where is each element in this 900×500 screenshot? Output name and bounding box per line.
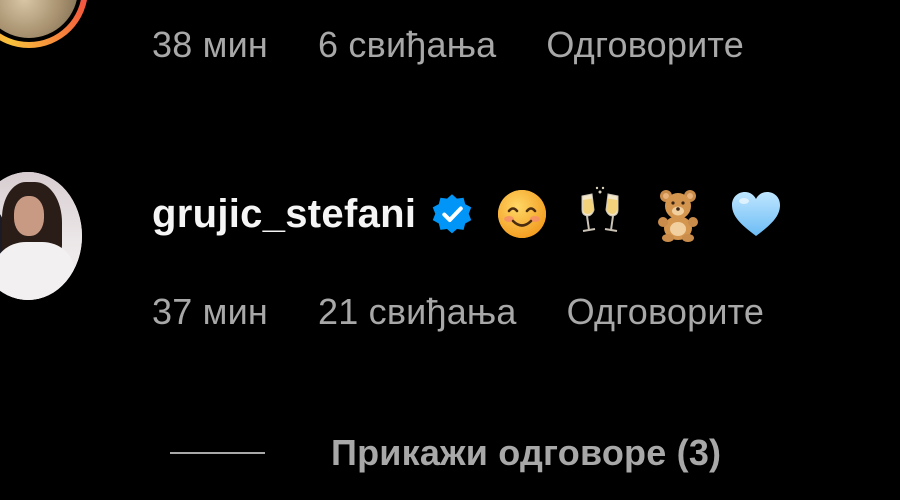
comment-likes-count[interactable]: 6 свиђања bbox=[318, 24, 496, 66]
comment-likes-count[interactable]: 21 свиђања bbox=[318, 291, 517, 333]
avatar[interactable] bbox=[0, 172, 82, 300]
view-replies-button[interactable]: Прикажи одговоре (3) bbox=[170, 432, 721, 474]
view-replies-label[interactable]: Прикажи одговоре (3) bbox=[331, 432, 721, 474]
light-blue-heart-icon bbox=[726, 184, 786, 244]
username-link[interactable]: grujic_stefani bbox=[152, 192, 416, 237]
commenter-avatar-story-ring[interactable] bbox=[0, 0, 88, 48]
divider bbox=[170, 452, 265, 454]
comment-meta-row: 37 мин 21 свиђања Одговорите bbox=[152, 291, 764, 333]
clinking-glasses-icon bbox=[570, 184, 630, 244]
comment-time: 37 мин bbox=[152, 291, 268, 332]
comment-meta-row: 38 мин 6 свиђања Одговорите bbox=[152, 24, 744, 66]
verified-badge-icon bbox=[430, 192, 474, 236]
reply-button[interactable]: Одговорите bbox=[546, 24, 744, 66]
comments-panel: 38 мин 6 свиђања Одговорите grujic_stefa… bbox=[0, 0, 900, 500]
commenter-avatar bbox=[0, 0, 78, 38]
comment-body: grujic_stefani bbox=[152, 184, 786, 244]
teddy-bear-icon bbox=[648, 184, 708, 244]
reply-button[interactable]: Одговорите bbox=[567, 291, 765, 333]
comment-time: 38 мин bbox=[152, 24, 268, 65]
smiling-face-icon bbox=[492, 184, 552, 244]
